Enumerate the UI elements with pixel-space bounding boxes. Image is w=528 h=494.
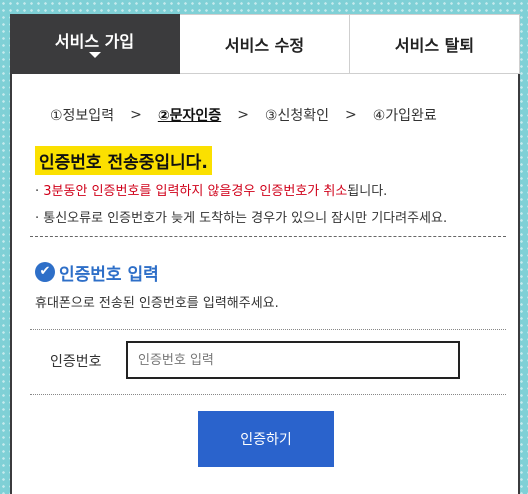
- chevron-right-icon: >: [130, 107, 142, 123]
- step-complete: ④가입완료: [372, 108, 437, 124]
- tab-bar: 서비스 가입 서비스 수정 서비스 탈퇴: [10, 14, 520, 74]
- tab-service-withdraw[interactable]: 서비스 탈퇴: [350, 14, 520, 74]
- auth-code-label: 인증번호: [50, 354, 102, 370]
- divider: [30, 236, 506, 237]
- warning-text: 3분동안 인증번호를 입력하지 않을경우 인증번호가 취소: [43, 184, 348, 199]
- content-area: ①정보입력 > ②문자인증 > ③신청확인 > ④가입완료 인증번호 전송중입니…: [10, 74, 520, 494]
- divider: [30, 394, 506, 395]
- step-sms-auth: ②문자인증: [157, 108, 222, 124]
- step-confirm: ③신청확인: [264, 108, 329, 124]
- section-title: 인증번호 입력: [59, 265, 159, 285]
- step-info-input: ①정보입력: [50, 108, 115, 124]
- step-indicator: ①정보입력 > ②문자인증 > ③신청확인 > ④가입완료: [50, 105, 437, 125]
- notice-line-timeout: · 3분동안 인증번호를 입력하지 않을경우 인증번호가 취소됩니다.: [35, 180, 387, 199]
- verify-button[interactable]: 인증하기: [198, 411, 334, 467]
- bullet: ·: [35, 184, 40, 199]
- section-description: 휴대폰으로 전송된 인증번호를 입력해주세요.: [35, 296, 279, 311]
- tab-service-edit[interactable]: 서비스 수정: [180, 14, 350, 74]
- notice-title: 인증번호 전송중입니다.: [35, 146, 212, 175]
- auth-code-input[interactable]: [126, 341, 460, 379]
- chevron-right-icon: >: [345, 107, 357, 123]
- caret-down-icon: [88, 52, 101, 58]
- notice-line-delay: · 통신오류로 인증번호가 늦게 도착하는 경우가 있으니 잠시만 기다려주세요…: [35, 211, 448, 226]
- notice-suffix: 됩니다.: [347, 184, 388, 199]
- tab-service-signup[interactable]: 서비스 가입: [10, 14, 180, 74]
- tab-label: 서비스 가입: [54, 32, 135, 51]
- signup-panel: 서비스 가입 서비스 수정 서비스 탈퇴 ①정보입력 > ②문자인증 > ③신청…: [10, 14, 520, 494]
- tab-label: 서비스 탈퇴: [394, 36, 475, 55]
- tab-label: 서비스 수정: [224, 36, 305, 55]
- divider: [30, 329, 506, 330]
- chevron-right-icon: >: [237, 107, 249, 123]
- check-circle-icon: ✔: [35, 262, 55, 282]
